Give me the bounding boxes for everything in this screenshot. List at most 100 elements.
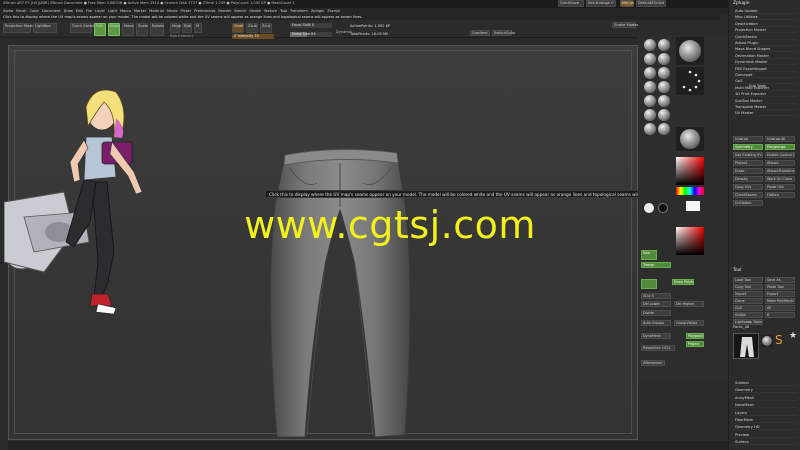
sphere-brush-thumbnail[interactable]	[761, 335, 773, 347]
uv-master-button[interactable]: Polygroups	[765, 144, 795, 150]
draw-button[interactable]: Draw	[108, 23, 120, 36]
uv-master-button[interactable]: Use Existing UV Seams	[733, 152, 763, 158]
uv-master-button[interactable]: Unwrap	[733, 136, 763, 142]
tool-section-geometry-hd[interactable]: Geometry HD	[733, 424, 797, 431]
zplugin-item[interactable]: Projection Master	[733, 27, 797, 34]
uv-master-button[interactable]: Protect	[733, 160, 763, 166]
brush-sphere-icon[interactable]	[644, 95, 656, 107]
material-preview[interactable]	[676, 127, 704, 151]
menu-item-movie[interactable]: Movie	[167, 9, 178, 14]
brush-sphere-icon[interactable]	[658, 123, 670, 135]
tool-section-subtool[interactable]: Subtool	[733, 380, 797, 386]
zplugin-item[interactable]: Gamepad	[733, 72, 797, 78]
default-zscript-button[interactable]: DefaultZScript	[636, 0, 666, 7]
tool-section-fibermesh[interactable]: FiberMesh	[733, 417, 797, 423]
uv-master-button[interactable]: Attract	[765, 160, 795, 166]
quicksave-button[interactable]: QuickSave	[558, 0, 584, 7]
solo-button[interactable]: Solo	[641, 250, 657, 260]
zcut-button[interactable]: Zcut	[260, 23, 272, 33]
focal-shift-slider[interactable]: Focal Shift 0	[290, 23, 332, 28]
stroke-dots-icon[interactable]	[676, 67, 704, 95]
brush-sphere-icon[interactable]	[644, 53, 656, 65]
edit-button[interactable]: Edit	[94, 23, 106, 36]
tool-button[interactable]: Copy Tool	[733, 284, 763, 290]
lightbox-button[interactable]: LightBox	[33, 23, 57, 33]
zplugin-item[interactable]: Maya Blend Shapes	[733, 46, 797, 53]
color-picker-secondary[interactable]	[676, 227, 704, 255]
zplugin-item[interactable]: SubTool Master	[733, 98, 797, 104]
brush-sphere-icon[interactable]	[644, 67, 656, 79]
zplugin-item[interactable]: Deactivation	[733, 21, 797, 27]
transp-button[interactable]: Transp	[641, 262, 671, 268]
star-icon[interactable]: ★	[789, 331, 799, 341]
uv-master-button[interactable]: Work On Clone	[765, 176, 795, 182]
uv-master-button[interactable]: Copy UVs	[733, 184, 763, 190]
quick-sketch-button[interactable]: Quick Sketch	[70, 23, 95, 33]
auto-groups-button[interactable]: Auto Groups	[641, 320, 671, 326]
brush-sphere-icon[interactable]	[658, 81, 670, 93]
zplugin-item[interactable]: Decimation Master	[733, 53, 797, 59]
menu-item-stroke[interactable]: Stroke	[249, 9, 260, 14]
menu-item-stencil[interactable]: Stencil	[234, 9, 246, 14]
zsub-button[interactable]: Zsub	[246, 23, 258, 33]
tool-section-nanomesh[interactable]: NanoMesh	[733, 402, 797, 409]
m-button[interactable]: M	[194, 23, 202, 33]
pants-tool-thumbnail[interactable]	[733, 333, 759, 359]
menu-item-preferences[interactable]: Preferences	[194, 9, 215, 14]
menu-item-light[interactable]: Light	[108, 9, 117, 14]
zplugin-item[interactable]: QuickSketch	[733, 34, 797, 40]
menu-item-edit[interactable]: Edit	[76, 9, 83, 14]
uv-master-button[interactable]: Symmetry	[733, 144, 763, 150]
zadd-button[interactable]: Zadd	[232, 23, 244, 33]
uv-master-button[interactable]: Unwrap All	[765, 136, 795, 142]
menu-item-texture[interactable]: Texture	[264, 9, 277, 14]
tool-button[interactable]: Visible	[733, 312, 763, 318]
divide-button[interactable]: Divide	[641, 310, 671, 316]
zplugin-item[interactable]: UV Master	[733, 110, 797, 117]
projection-master-button[interactable]: Projection Master	[3, 23, 36, 33]
zplugin-item[interactable]: FBX ExportImport	[733, 66, 797, 72]
menu-item-picker[interactable]: Picker	[181, 9, 192, 14]
tool-section-arraymesh[interactable]: ArrayMesh	[733, 395, 797, 401]
secondary-color-swatch[interactable]	[658, 203, 668, 213]
tool-button[interactable]: Load Tool	[733, 277, 763, 283]
switch-color-button[interactable]: SwitchColor	[492, 30, 515, 36]
menu-item-draw[interactable]: Draw	[64, 9, 73, 14]
resolution-slider[interactable]: Resolution 1024	[641, 345, 675, 351]
main-color-swatch[interactable]	[644, 203, 654, 213]
draw-polyframe-label[interactable]: Draw Polyframe	[672, 279, 694, 285]
uv-master-button[interactable]: Density	[733, 176, 763, 182]
draw-size-slider[interactable]: Draw Size 64	[290, 32, 332, 37]
menu-item-brush[interactable]: Brush	[16, 9, 26, 14]
current-brush-preview[interactable]	[676, 37, 704, 65]
menu-item-zscript[interactable]: Zscript	[327, 9, 339, 14]
polypaint-button[interactable]: Polypaint	[686, 333, 704, 339]
draw-polyframe-button[interactable]	[641, 279, 657, 289]
uv-master-button[interactable]: AttractFromAmbientOcc	[765, 168, 795, 174]
tool-section-preview[interactable]: Preview	[733, 432, 797, 438]
del-lower-button[interactable]: Del Lower	[641, 301, 671, 307]
hue-strip[interactable]	[676, 187, 704, 195]
brush-sphere-icon[interactable]	[658, 53, 670, 65]
simple-brush-s-icon[interactable]: S	[775, 333, 789, 347]
menu-item-material[interactable]: Material	[149, 9, 164, 14]
del-higher-button[interactable]: Del Higher	[674, 301, 704, 307]
tool-button[interactable]: Clone	[733, 298, 763, 304]
sdiv-slider[interactable]: SDiv 5	[641, 293, 671, 299]
zplugin-item[interactable]: Dynamesh Master	[733, 59, 797, 66]
zplugin-item[interactable]: Adjust Plugin	[733, 40, 797, 46]
tool-section-surface[interactable]: Surface	[733, 439, 797, 446]
tool-button[interactable]: Import	[733, 291, 763, 297]
menu-item-layer[interactable]: Layer	[95, 9, 105, 14]
brush-sphere-icon[interactable]	[644, 123, 656, 135]
tool-section-layers[interactable]: Layers	[733, 410, 797, 416]
menu-item-marker[interactable]: Marker	[134, 9, 146, 14]
brush-sphere-icon[interactable]	[658, 109, 670, 121]
brush-sphere-icon[interactable]	[658, 39, 670, 51]
stroke-modes-button[interactable]: Stroke Modes	[612, 22, 638, 28]
brush-sphere-icon[interactable]	[658, 95, 670, 107]
rgb-button[interactable]: Rgb	[182, 23, 192, 33]
group-visible-button[interactable]: GroupVisible	[674, 320, 704, 326]
menu-item-file[interactable]: File	[86, 9, 92, 14]
tool-button[interactable]: Make PolyMesh3D	[765, 298, 795, 304]
